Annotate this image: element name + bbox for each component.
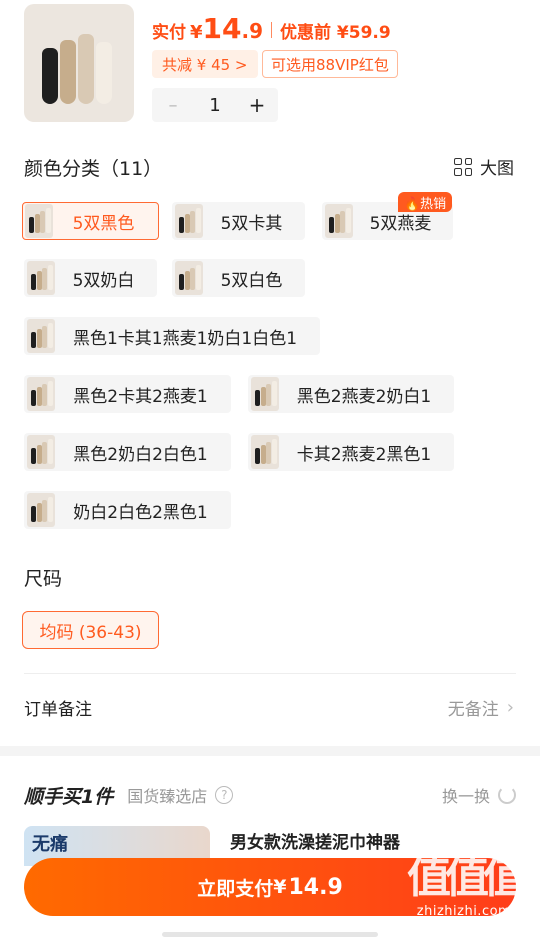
swap-button[interactable]: 换一换: [442, 783, 516, 807]
color-option-label: 奶白2白色2黑色1: [73, 502, 208, 523]
color-option-label: 5双奶白: [72, 270, 135, 291]
color-option-thumbnail: [27, 493, 55, 527]
order-note-row[interactable]: 订单备注 无备注 ›: [24, 690, 514, 724]
quantity-value[interactable]: 1: [194, 95, 236, 116]
swap-label: 换一换: [441, 787, 490, 806]
color-option-label: 5双卡其: [220, 213, 283, 234]
color-option-thumbnail: [27, 435, 55, 469]
paid-label: 实付: [152, 23, 186, 43]
color-option[interactable]: 5双奶白: [24, 259, 157, 297]
color-option-thumbnail: [27, 261, 55, 295]
color-section-title: 颜色分类（11）: [24, 158, 163, 180]
color-option[interactable]: 5双卡其: [172, 202, 305, 240]
promo-title[interactable]: 男女款洗澡搓泥巾神器: [230, 828, 400, 853]
grid-icon: [454, 157, 472, 176]
shop-name[interactable]: 国货臻选店: [127, 783, 207, 807]
home-indicator: [162, 932, 378, 937]
divider: [24, 673, 516, 674]
color-option-label: 5双白色: [220, 270, 283, 291]
price-separator: [271, 22, 273, 38]
addon-header: 顺手买1件 国货臻选店 ? 换一换: [24, 778, 516, 812]
section-gap: [0, 746, 540, 756]
color-option[interactable]: 黑色2卡其2燕麦1: [24, 375, 231, 413]
price-integer: 14: [202, 12, 242, 45]
sock-khaki: [60, 40, 76, 104]
color-option-label: 黑色1卡其1燕麦1奶白1白色1: [72, 328, 298, 349]
sock-cream: [96, 42, 112, 104]
color-option-label: 5双燕麦: [369, 213, 432, 234]
color-option[interactable]: 黑色2奶白2白色1: [24, 433, 231, 471]
order-note-label: 订单备注: [24, 699, 92, 720]
quantity-stepper: – 1 +: [152, 88, 278, 122]
color-option[interactable]: 黑色2燕麦2奶白1: [248, 375, 454, 413]
pay-currency: ¥: [273, 876, 287, 898]
color-option-thumbnail: [251, 377, 279, 411]
vip-coupon-tag[interactable]: 可选用88VIP红包: [262, 50, 398, 78]
color-option-thumbnail: [175, 261, 203, 295]
color-option[interactable]: 黑色1卡其1燕麦1奶白1白色1: [24, 317, 320, 355]
color-option-thumbnail: [325, 204, 353, 238]
color-option-label: 黑色2奶白2白色1: [73, 444, 208, 465]
size-section-title: 尺码: [24, 568, 63, 590]
color-option-label: 5双黑色: [72, 213, 135, 234]
watermark-url: zhizhizhi.com: [416, 904, 512, 919]
color-option-thumbnail: [251, 435, 279, 469]
original-price: 优惠前 ¥59.9: [280, 23, 391, 43]
color-option[interactable]: 5双白色: [172, 259, 305, 297]
big-view-label: 大图: [480, 159, 514, 179]
color-option-thumbnail: [175, 204, 203, 238]
price-line: 实付 ¥ 14 .9 优惠前 ¥59.9: [152, 12, 391, 48]
product-thumbnail[interactable]: [24, 4, 134, 122]
color-option[interactable]: 5双黑色: [22, 202, 159, 240]
hot-sale-badge: 🔥热销: [398, 192, 453, 212]
color-option-thumbnail: [27, 319, 55, 353]
price-currency: ¥: [190, 22, 203, 43]
watermark-logo: 值值值: [407, 852, 527, 903]
sock-black: [42, 48, 58, 104]
size-option[interactable]: 均码 (36-43): [22, 611, 159, 649]
help-icon[interactable]: ?: [215, 786, 234, 804]
pay-amount: 14.9: [288, 874, 343, 900]
price-decimal: .9: [241, 19, 264, 43]
color-option-label: 黑色2卡其2燕麦1: [73, 386, 208, 407]
color-option-thumbnail: [27, 377, 55, 411]
color-option[interactable]: 奶白2白色2黑色1: [24, 491, 231, 529]
site-watermark: 值值值 zhizhizhi.com: [396, 852, 532, 919]
color-option-label: 卡其2燕麦2黑色1: [296, 444, 432, 465]
discount-tag[interactable]: 共减 ¥ 45 >: [152, 50, 258, 78]
increment-button[interactable]: +: [236, 93, 278, 117]
refresh-icon: [498, 786, 516, 804]
order-note-value: 无备注: [447, 699, 499, 720]
big-view-button[interactable]: 大图: [454, 154, 514, 179]
decrement-button[interactable]: –: [152, 95, 194, 116]
color-option[interactable]: 卡其2燕麦2黑色1: [248, 433, 454, 471]
chevron-right-icon: ›: [506, 696, 514, 718]
addon-title: 顺手买1件: [24, 785, 114, 808]
color-option-thumbnail: [25, 204, 53, 238]
pay-label: 立即支付: [197, 877, 274, 900]
sock-oat: [78, 34, 94, 104]
color-option-label: 黑色2燕麦2奶白1: [296, 386, 432, 407]
promo-image-text: 无痛: [32, 834, 68, 855]
